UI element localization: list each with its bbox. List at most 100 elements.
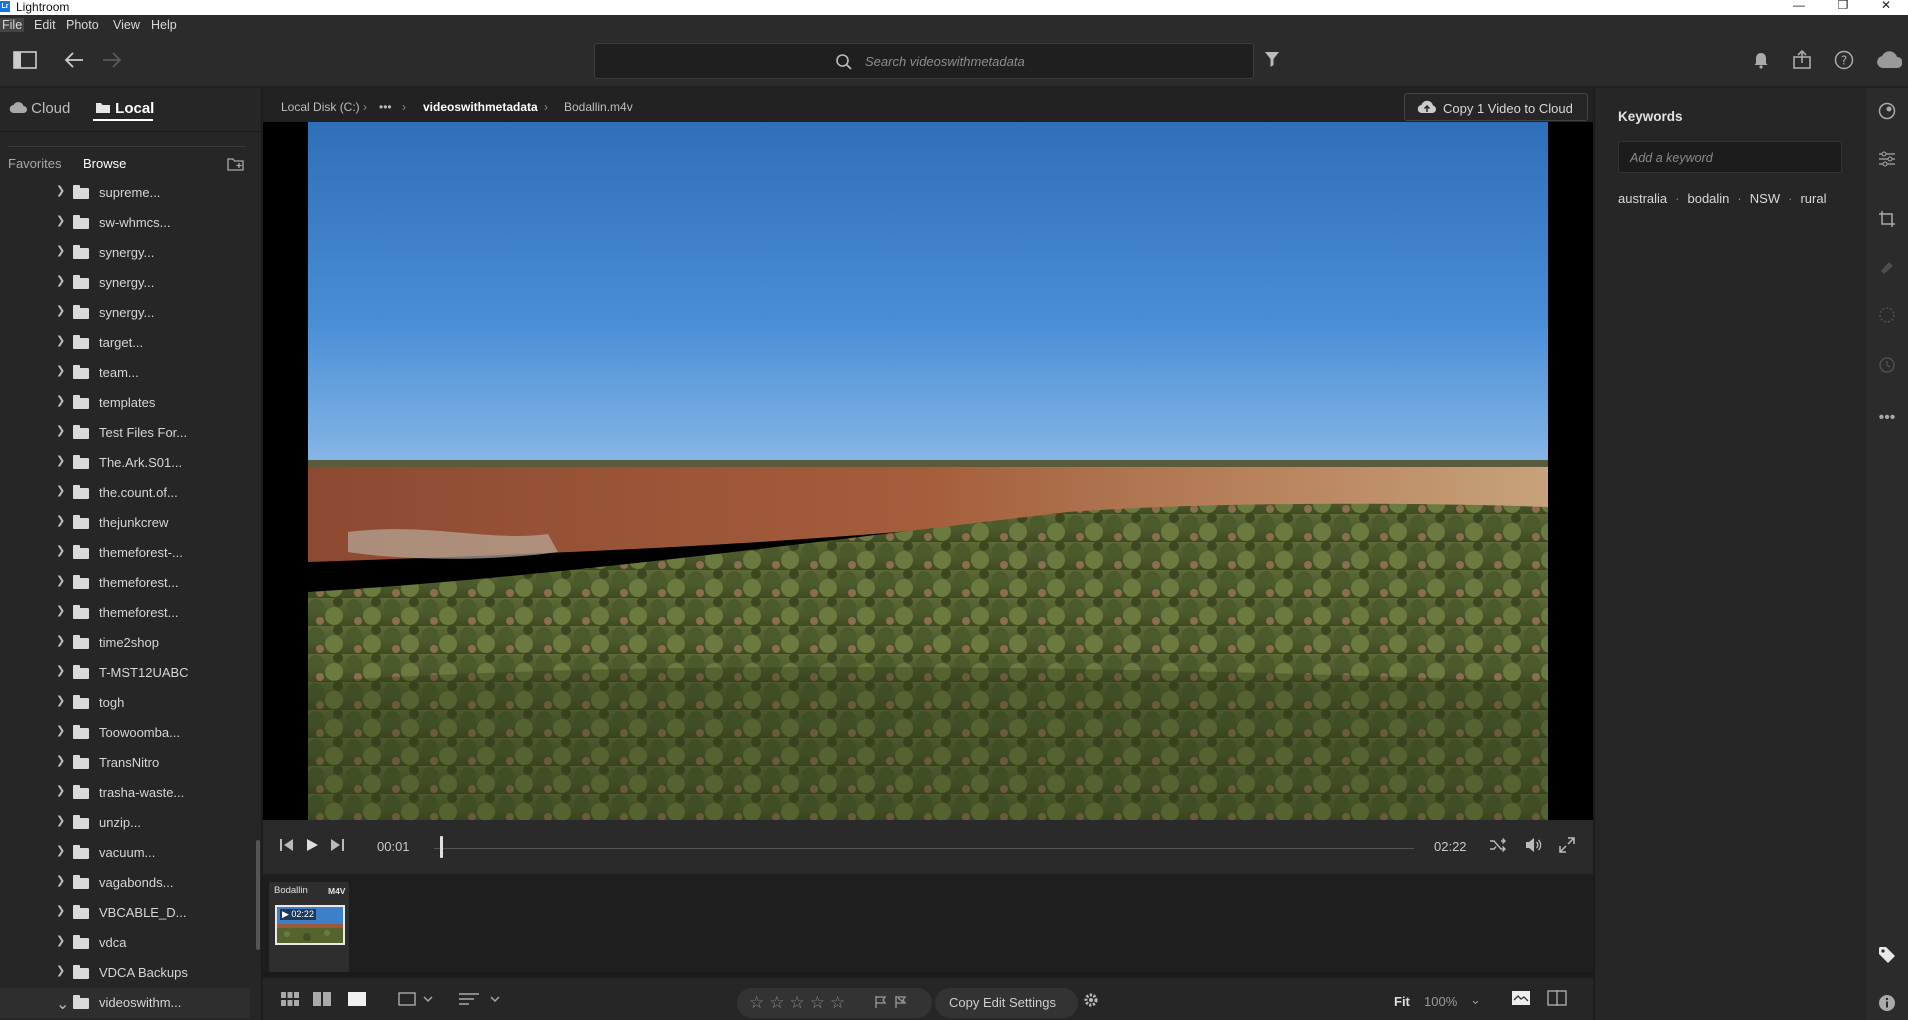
cloud-sync-icon[interactable] — [1876, 51, 1903, 73]
breadcrumb-root[interactable]: Local Disk (C:) — [281, 100, 360, 114]
menu-edit[interactable]: Edit — [34, 18, 56, 32]
folder-row[interactable]: ❯ T-MST12UABC — [0, 658, 250, 688]
tab-cloud[interactable]: Cloud — [9, 100, 70, 117]
step-back-icon[interactable] — [278, 837, 296, 856]
help-icon[interactable]: ? — [1834, 50, 1854, 74]
menu-help[interactable]: Help — [151, 18, 177, 32]
chevron-right-icon[interactable]: ❯ — [56, 874, 70, 888]
zoom-dropdown-chevron-icon[interactable]: ⌄ — [1470, 992, 1481, 1008]
keyword-tag[interactable]: NSW — [1750, 191, 1780, 206]
folder-row[interactable]: ❯ thejunkcrew — [0, 508, 250, 538]
chevron-right-icon[interactable]: ❯ — [56, 274, 70, 288]
breadcrumb-ellipsis[interactable]: ••• — [379, 100, 392, 114]
chevron-right-icon[interactable]: ❯ — [56, 514, 70, 528]
search-bar[interactable]: Search videoswithmetadata — [594, 43, 1254, 79]
filter-icon[interactable] — [1264, 50, 1280, 72]
folder-row[interactable]: ❯ sw-whmcs... — [0, 208, 250, 238]
folder-row[interactable]: ❯ the.count.of... — [0, 478, 250, 508]
chevron-right-icon[interactable]: ❯ — [56, 694, 70, 708]
edit-sliders-icon[interactable] — [1877, 150, 1897, 170]
folder-row[interactable]: ❯ vdca — [0, 928, 250, 958]
left-panel-scrollbar[interactable] — [256, 840, 260, 950]
folder-row[interactable]: ❯ templates — [0, 388, 250, 418]
folder-row[interactable]: ⌄ videoswithm... — [0, 988, 250, 1018]
minimize-button[interactable]: — — [1777, 0, 1821, 14]
folder-row[interactable]: ❯ synergy... — [0, 268, 250, 298]
folder-row[interactable]: ❯ vacuum... — [0, 838, 250, 868]
menu-file[interactable]: File — [0, 18, 25, 32]
zoom-fit[interactable]: Fit — [1394, 994, 1410, 1009]
add-folder-icon[interactable] — [227, 157, 245, 174]
chevron-right-icon[interactable]: ❯ — [56, 364, 70, 378]
flag-pick-icon[interactable] — [874, 995, 888, 1012]
chevron-right-icon[interactable]: ❯ — [56, 424, 70, 438]
loop-shuffle-icon[interactable] — [1489, 837, 1507, 856]
menu-photo[interactable]: Photo — [66, 18, 99, 32]
chevron-right-icon[interactable]: ❯ — [56, 664, 70, 678]
share-icon[interactable] — [1792, 49, 1812, 74]
flag-reject-icon[interactable] — [894, 995, 908, 1012]
folder-row[interactable]: ❯ unzip... — [0, 808, 250, 838]
chevron-right-icon[interactable]: ❯ — [56, 754, 70, 768]
info-icon[interactable] — [1877, 994, 1897, 1014]
step-forward-icon[interactable] — [328, 837, 346, 856]
copy-edit-settings-button[interactable]: Copy Edit Settings — [935, 988, 1078, 1018]
chevron-right-icon[interactable]: ❯ — [56, 784, 70, 798]
folder-row[interactable]: ❯ synergy... — [0, 238, 250, 268]
keyword-tag[interactable]: rural — [1800, 191, 1826, 206]
chevron-right-icon[interactable]: ❯ — [56, 484, 70, 498]
chevron-right-icon[interactable]: ❯ — [56, 964, 70, 978]
keyword-tag[interactable]: bodalin — [1687, 191, 1729, 206]
video-viewer[interactable] — [263, 122, 1593, 820]
grid-view-icon[interactable] — [281, 992, 299, 1009]
chevron-right-icon[interactable]: ❯ — [56, 334, 70, 348]
chevron-right-icon[interactable]: ❯ — [56, 634, 70, 648]
folder-row[interactable]: ❯ themeforest... — [0, 568, 250, 598]
close-window-button[interactable]: ✕ — [1864, 0, 1908, 14]
subtab-favorites[interactable]: Favorites — [8, 156, 61, 171]
filmstrip-item[interactable]: Bodallin M4V ▶ 02:22 — [269, 882, 349, 972]
chevron-right-icon[interactable]: ❯ — [56, 844, 70, 858]
chevron-right-icon[interactable]: ❯ — [56, 244, 70, 258]
folder-row[interactable]: ❯ synergy... — [0, 298, 250, 328]
chevron-right-icon[interactable]: ❯ — [56, 724, 70, 738]
more-options-icon[interactable]: ••• — [1877, 408, 1897, 428]
fullscreen-icon[interactable] — [1559, 837, 1575, 856]
detail-view-icon[interactable] — [348, 992, 366, 1009]
folder-row[interactable]: ❯ TransNitro — [0, 748, 250, 778]
folder-row[interactable]: ❯ vagabonds... — [0, 868, 250, 898]
chevron-right-icon[interactable]: ❯ — [56, 604, 70, 618]
tab-local[interactable]: Local — [95, 100, 154, 117]
filmstrip-toggle-icon[interactable] — [1511, 990, 1531, 1009]
folder-row[interactable]: ❯ team... — [0, 358, 250, 388]
folder-row[interactable]: ❯ Toowoomba... — [0, 718, 250, 748]
square-grid-view-icon[interactable] — [313, 992, 331, 1009]
copy-to-cloud-button[interactable]: Copy 1 Video to Cloud — [1404, 93, 1588, 121]
folder-row[interactable]: ❯ togh — [0, 688, 250, 718]
subtab-browse[interactable]: Browse — [83, 156, 126, 171]
folder-row[interactable]: ❯ target... — [0, 328, 250, 358]
menu-view[interactable]: View — [113, 18, 140, 32]
compare-view-icon[interactable] — [1547, 990, 1567, 1009]
edit-presets-icon[interactable] — [1877, 102, 1897, 122]
breadcrumb-folder[interactable]: videoswithmetadata — [423, 100, 538, 114]
add-keyword-input[interactable]: Add a keyword — [1618, 141, 1842, 173]
play-icon[interactable] — [304, 837, 320, 856]
chevron-right-icon[interactable]: ❯ — [56, 814, 70, 828]
chevron-right-icon[interactable]: ❯ — [56, 454, 70, 468]
slideshow-icon[interactable] — [398, 991, 434, 1010]
sort-icon[interactable] — [458, 991, 502, 1010]
volume-icon[interactable] — [1524, 837, 1542, 856]
folder-row[interactable]: ❯ VBCABLE_D... — [0, 898, 250, 928]
chevron-right-icon[interactable]: ❯ — [56, 214, 70, 228]
video-scrubber-track[interactable] — [434, 848, 1414, 849]
chevron-right-icon[interactable]: ❯ — [56, 544, 70, 558]
folder-row[interactable]: ❯ Test Files For... — [0, 418, 250, 448]
back-arrow-icon[interactable] — [63, 50, 85, 74]
chevron-right-icon[interactable]: ❯ — [56, 574, 70, 588]
zoom-level[interactable]: 100% — [1424, 994, 1457, 1009]
chevron-down-icon[interactable]: ⌄ — [56, 994, 70, 1013]
forward-arrow-icon[interactable] — [101, 50, 123, 74]
restore-button[interactable]: ❐ — [1821, 0, 1865, 14]
folder-row[interactable]: ❯ trasha-waste... — [0, 778, 250, 808]
